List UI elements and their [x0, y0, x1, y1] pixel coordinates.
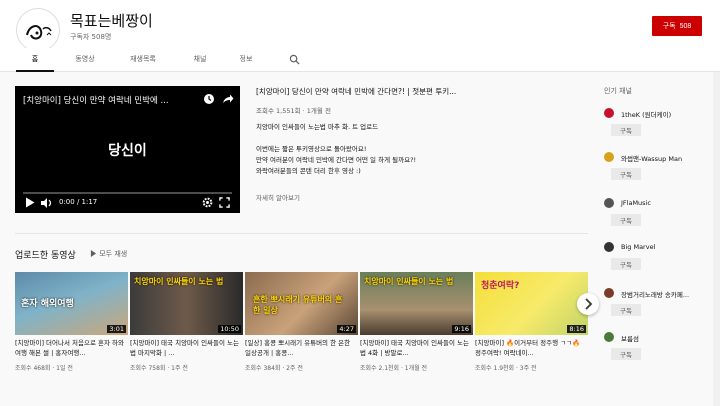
tab-about[interactable]: 정보	[232, 48, 260, 72]
channel-tabs: 홈 동영상 재생목록 채널 정보	[0, 48, 720, 72]
video-title[interactable]: [일상] 홍콩 뽀시래기 유튜버의 한 은한 일상공개 | 홍콩...	[245, 339, 358, 358]
tab-channels[interactable]: 채널	[186, 48, 214, 72]
video-card[interactable]: 치앙마이 인싸들이 노는 법 9:16 [치앙마이] 태국 치앙마이 인싸들이 …	[360, 272, 473, 372]
featured-video-title[interactable]: [치앙마이] 당신이 만약 여락네 민박에 간다면?! | 젓분편 투키...	[256, 86, 486, 97]
subscribe-button[interactable]: 구독	[611, 214, 641, 226]
subscribe-button[interactable]: 구독	[611, 304, 641, 316]
channel-avatar[interactable]	[604, 108, 614, 118]
play-icon[interactable]	[25, 197, 35, 208]
video-card[interactable]: 치앙마이 인싸들이 노는 법 10:50 [치앙마이] 태국 치앙마이 인싸들이…	[130, 272, 243, 372]
play-all-icon	[90, 250, 97, 257]
video-thumbnail[interactable]: 치앙마이 인싸들이 노는 법 9:16	[360, 272, 473, 335]
settings-gear-icon[interactable]	[202, 197, 213, 208]
description-line: 이번에는 짧은 투키영상으로 돌아왔어요!	[256, 145, 367, 153]
video-duration: 8:16	[567, 325, 586, 333]
subscribe-button[interactable]: 구독	[611, 124, 641, 136]
channel-name[interactable]: 보름섬	[621, 333, 639, 343]
description-line: 만약 여러분이 여락네 민박에 간다면 어떤 일 하게 될까요?!	[256, 156, 417, 164]
read-more-link[interactable]: 자세히 알아보기	[256, 192, 486, 202]
subscribe-label: 구독	[662, 23, 676, 30]
featured-video-meta: 조회수 1,551회 · 1개월 전	[256, 107, 331, 115]
subscriber-count: 구독자 508명	[70, 33, 112, 41]
thumbnail-caption: 청춘여락?	[481, 281, 520, 291]
video-duration: 10:50	[218, 325, 241, 333]
video-meta: 조회수 468회 · 1일 전	[15, 365, 73, 372]
video-title[interactable]: [치앙마이] 더어나서 처음으로 혼자 하와여행 해본 썰 | 홍자여행...	[15, 339, 128, 358]
subscribe-button[interactable]: 구독	[611, 348, 641, 360]
channel-name: 목표는베짱이	[70, 12, 153, 30]
player-progress-bar[interactable]	[23, 192, 232, 194]
play-all-label: 모두 재생	[99, 250, 128, 258]
video-meta: 조회수 1.9천회 · 3주 전	[475, 365, 537, 372]
featured-video-info: [치앙마이] 당신이 만약 여락네 민박에 간다면?! | 젓분편 투키... …	[256, 86, 486, 202]
description-line: 와락여러분들의 콘텐 더리 한후 영상 :)	[256, 167, 361, 175]
uploads-section-title[interactable]: 업로드한 동영상	[15, 248, 76, 261]
video-thumbnail[interactable]: 혼자 해외여행 3:01	[15, 272, 128, 335]
tab-home[interactable]: 홈	[16, 48, 54, 72]
video-title[interactable]: [치앙마이] 태국 치앙마이 인싸들이 노는법 마지막화 | ...	[130, 339, 243, 358]
video-meta: 조회수 758회 · 1주 전	[130, 365, 188, 372]
tab-videos[interactable]: 동영상	[66, 48, 104, 72]
video-meta: 조회수 2.1천회 · 1개월 전	[360, 365, 428, 372]
video-duration: 9:16	[452, 325, 471, 333]
thumbnail-caption: 혼자 해외여행	[21, 299, 74, 309]
video-card[interactable]: 흔한 뽀시래기 유튜버의 흔한 일상 4:27 [일상] 홍콩 뽀시래기 유튜버…	[245, 272, 358, 372]
channel-name[interactable]: 1theK (원더케이)	[621, 109, 671, 119]
featured-channels-sidebar: 인기 채널 1theK (원더케이) 구독 와썹맨-Wassup Man 구독 …	[600, 72, 720, 406]
featured-video-description: 치앙마이 인싸들이 노는법 마추 화. 트 업로드 이번에는 짧은 투키영상으로…	[256, 122, 486, 177]
channel-avatar[interactable]	[604, 332, 614, 342]
fullscreen-icon[interactable]	[219, 197, 230, 208]
volume-icon[interactable]	[41, 198, 53, 208]
player-center-caption: 당신이	[108, 143, 147, 159]
section-divider	[15, 233, 588, 234]
video-meta: 조회수 384회 · 2주 전	[245, 365, 303, 372]
channel-name[interactable]: JFlaMusic	[621, 199, 651, 207]
channel-name[interactable]: 와썹맨-Wassup Man	[621, 153, 682, 163]
watch-later-icon[interactable]	[203, 93, 215, 105]
channel-avatar[interactable]	[16, 8, 60, 52]
video-thumbnail[interactable]: 흔한 뽀시래기 유튜버의 흔한 일상 4:27	[245, 272, 358, 335]
main-content: [치앙마이] 당신이 만약 여락네 민박에 ... 당신이 0:00 / 1:1…	[0, 72, 600, 406]
channel-name[interactable]: Big Marvel	[621, 243, 655, 251]
channel-avatar[interactable]	[604, 288, 614, 298]
page-scrollbar[interactable]	[713, 72, 720, 406]
video-title[interactable]: [치앙마이] 🔥이거부터 정주행 ㄱㄱ🔥 정주여락! 여락네이...	[475, 339, 588, 358]
subscribe-button[interactable]: 구독 508	[652, 16, 702, 36]
sidebar-title: 인기 채널	[604, 87, 632, 95]
video-player[interactable]: [치앙마이] 당신이 만약 여락네 민박에 ... 당신이 0:00 / 1:1…	[15, 86, 240, 213]
channel-name[interactable]: 장범거리노래방 송카페...	[621, 289, 689, 299]
subscribe-button[interactable]: 구독	[611, 258, 641, 270]
video-thumbnail[interactable]: 청춘여락? 8:16	[475, 272, 588, 335]
thumbnail-caption: 치앙마이 인싸들이 노는 법	[364, 277, 454, 286]
play-all-button[interactable]: 모두 재생	[90, 249, 127, 259]
description-line	[256, 133, 486, 144]
video-thumbnail[interactable]: 치앙마이 인싸들이 노는 법 10:50	[130, 272, 243, 335]
video-title[interactable]: [치앙마이] 태국 치앙마이 인싸들이 노는법 4화 | 방말로...	[360, 339, 473, 358]
tab-playlists[interactable]: 재생목록	[122, 48, 164, 72]
subscribe-button[interactable]: 구독	[611, 168, 641, 180]
next-button[interactable]	[577, 293, 599, 315]
video-card[interactable]: 청춘여락? 8:16 [치앙마이] 🔥이거부터 정주행 ㄱㄱ🔥 정주여락! 여락…	[475, 272, 588, 372]
thumbnail-caption: 치앙마이 인싸들이 노는 법	[134, 277, 224, 286]
search-icon[interactable]	[289, 54, 300, 65]
player-time: 0:00 / 1:17	[59, 198, 98, 206]
thumbnail-caption: 흔한 뽀시래기 유튜버의 흔한 일상	[253, 295, 343, 315]
subscribe-count: 508	[679, 23, 692, 30]
share-icon[interactable]	[222, 93, 234, 105]
channel-avatar[interactable]	[604, 242, 614, 252]
player-title[interactable]: [치앙마이] 당신이 만약 여락네 민박에 ...	[23, 94, 203, 106]
channel-avatar[interactable]	[604, 198, 614, 208]
description-line: 치앙마이 인싸들이 노는법 마추 화. 트 업로드	[256, 123, 379, 131]
video-card[interactable]: 혼자 해외여행 3:01 [치앙마이] 더어나서 처음으로 혼자 하와여행 해본…	[15, 272, 128, 372]
youtube-channel-page: 목표는베짱이 구독자 508명 구독 508 홈 동영상 재생목록 채널 정보 […	[0, 0, 720, 406]
video-duration: 3:01	[107, 325, 126, 333]
video-duration: 4:27	[337, 325, 356, 333]
channel-avatar[interactable]	[604, 152, 614, 162]
chevron-right-icon	[585, 298, 593, 310]
